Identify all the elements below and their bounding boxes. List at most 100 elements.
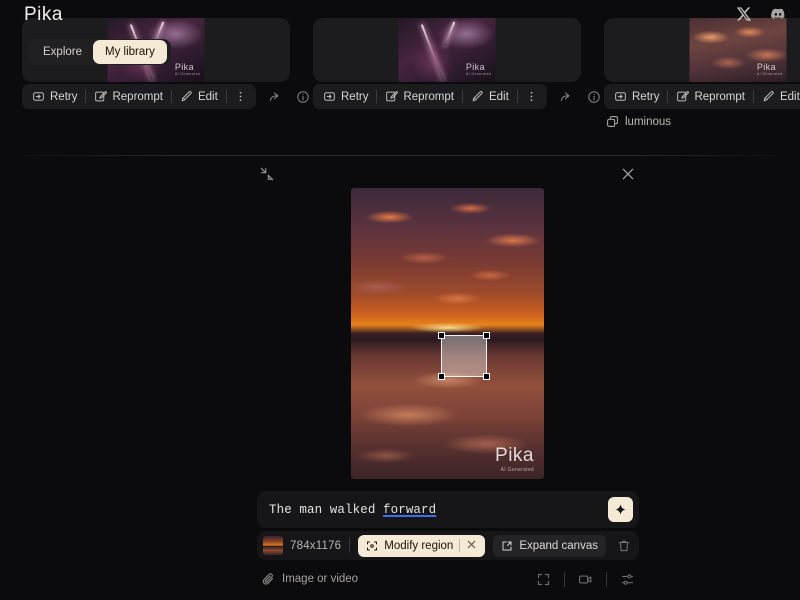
result-toolbar: Retry Reprompt Edit [313, 84, 601, 109]
video-camera-icon[interactable] [578, 572, 593, 587]
source-image-chip[interactable]: 784x1176 [263, 536, 341, 555]
resize-handle-top-right[interactable] [483, 332, 490, 339]
prompt-panel: The man walked forward 784x1176 Modify r… [257, 491, 639, 591]
pika-editor-app: Pika Pika AI Generated Pika [0, 0, 800, 600]
more-options-button[interactable] [518, 86, 545, 107]
attach-media-button[interactable]: Image or video [261, 572, 358, 586]
paperclip-icon [261, 572, 275, 586]
reprompt-button[interactable]: Reprompt [668, 86, 753, 107]
edit-icon [180, 90, 193, 103]
canvas-watermark: Pika AI Generated [495, 445, 534, 473]
result-toolbar: Retry Reprompt Edit [604, 84, 800, 109]
sparkle-icon [614, 503, 627, 516]
thumbnail-watermark: Pika AI Generated [466, 62, 492, 76]
discord-icon[interactable] [770, 6, 786, 22]
info-icon[interactable] [296, 90, 310, 104]
retry-label: Retry [50, 91, 77, 103]
secondary-actions [268, 90, 310, 104]
reprompt-label: Reprompt [112, 91, 163, 103]
reprompt-button[interactable]: Reprompt [86, 86, 171, 107]
prompt-text-plain: The man walked [269, 503, 383, 517]
edit-button[interactable]: Edit [463, 86, 517, 107]
share-icon[interactable] [268, 90, 282, 104]
result-card[interactable]: Pika AI Generated [604, 18, 800, 82]
source-thumbnail [263, 536, 283, 555]
social-links [736, 6, 786, 22]
retry-button[interactable]: Retry [606, 86, 667, 107]
reprompt-label: Reprompt [694, 91, 745, 103]
settings-sliders-icon[interactable] [620, 572, 635, 587]
expand-canvas-label: Expand canvas [519, 540, 598, 552]
dimensions-label: 784x1176 [290, 540, 341, 552]
result-thumbnail: Pika AI Generated [690, 18, 787, 82]
divider [349, 538, 350, 553]
aspect-ratio-icon[interactable] [536, 572, 551, 587]
region-selection-box[interactable] [441, 335, 487, 377]
edit-icon [471, 90, 484, 103]
reprompt-icon [676, 90, 689, 103]
result-action-group: Retry Reprompt Edit [22, 84, 256, 109]
reprompt-button[interactable]: Reprompt [377, 86, 462, 107]
retry-label: Retry [341, 91, 368, 103]
trash-icon[interactable] [617, 539, 631, 553]
reprompt-icon [94, 90, 107, 103]
canvas-tools [536, 572, 635, 587]
edit-button[interactable]: Edit [172, 86, 226, 107]
edit-label: Edit [198, 91, 218, 103]
editor-canvas[interactable]: Pika AI Generated [351, 188, 544, 479]
prompt-options-row: 784x1176 Modify region [257, 531, 639, 560]
divider [564, 572, 565, 587]
result-tag-luminous[interactable]: luminous [606, 115, 671, 128]
result-thumbnail: Pika AI Generated [399, 18, 496, 82]
attachment-row: Image or video [257, 567, 639, 591]
generate-button[interactable] [608, 497, 633, 522]
more-options-button[interactable] [227, 86, 254, 107]
result-action-group: Retry Reprompt Edit [313, 84, 547, 109]
retry-label: Retry [632, 91, 659, 103]
retry-icon [32, 90, 45, 103]
modify-region-clear-button[interactable] [466, 539, 477, 553]
expand-canvas-chip[interactable]: Expand canvas [493, 535, 606, 557]
info-icon[interactable] [587, 90, 601, 104]
result-card[interactable]: Pika AI Generated [313, 18, 581, 82]
prompt-input[interactable]: The man walked forward [269, 503, 608, 517]
modify-region-chip[interactable]: Modify region [358, 535, 485, 557]
expand-icon [501, 540, 513, 552]
x-twitter-icon[interactable] [736, 6, 752, 22]
edit-label: Edit [489, 91, 509, 103]
resize-handle-bottom-left[interactable] [438, 373, 445, 380]
thumbnail-watermark: Pika AI Generated [757, 62, 783, 76]
resize-handle-bottom-right[interactable] [483, 373, 490, 380]
edit-button[interactable]: Edit [754, 86, 800, 107]
thumbnail-watermark: Pika AI Generated [175, 62, 201, 76]
results-row: Pika AI Generated Pika AI Generated Pika… [0, 18, 800, 138]
retry-icon [614, 90, 627, 103]
retry-button[interactable]: Retry [24, 86, 85, 107]
prompt-input-bar[interactable]: The man walked forward [257, 491, 639, 528]
region-icon [366, 540, 378, 552]
attach-media-label: Image or video [282, 573, 358, 585]
reprompt-icon [385, 90, 398, 103]
edit-icon [762, 90, 775, 103]
share-icon[interactable] [559, 90, 573, 104]
retry-icon [323, 90, 336, 103]
collapse-arrows-icon[interactable] [259, 166, 275, 182]
kebab-menu-icon [525, 90, 538, 103]
tab-my-library[interactable]: My library [93, 40, 167, 64]
result-action-group: Retry Reprompt Edit [604, 84, 800, 109]
result-tag-label: luminous [625, 116, 671, 128]
reprompt-label: Reprompt [403, 91, 454, 103]
tab-explore[interactable]: Explore [32, 42, 93, 62]
result-toolbar: Retry Reprompt Edit [22, 84, 310, 109]
app-logo[interactable]: Pika [24, 4, 63, 26]
secondary-actions [559, 90, 601, 104]
retry-button[interactable]: Retry [315, 86, 376, 107]
divider [459, 539, 460, 552]
divider [606, 572, 607, 587]
copy-icon [606, 115, 619, 128]
edit-label: Edit [780, 91, 800, 103]
view-tabs: Explore My library [28, 39, 171, 65]
close-icon[interactable] [620, 166, 636, 182]
resize-handle-top-left[interactable] [438, 332, 445, 339]
prompt-text-flagged: forward [383, 503, 436, 517]
